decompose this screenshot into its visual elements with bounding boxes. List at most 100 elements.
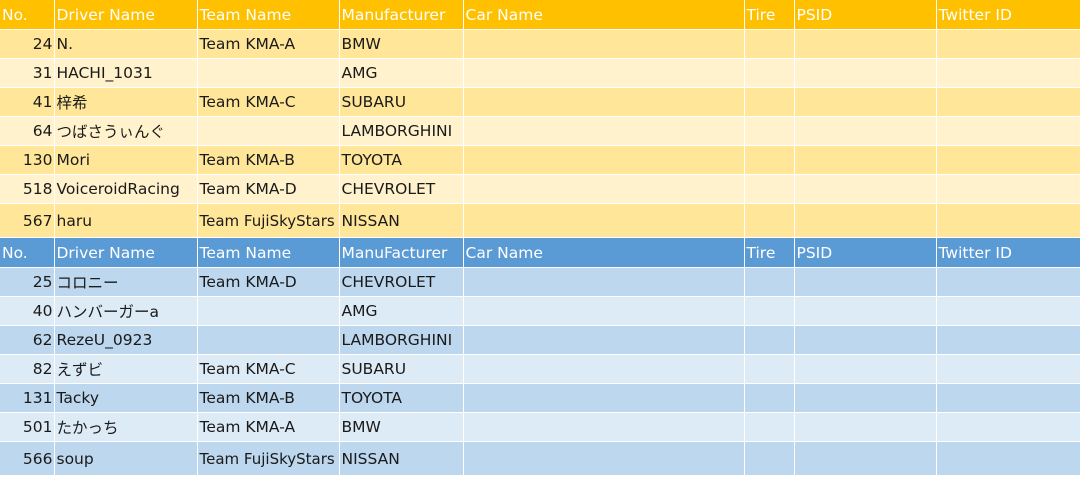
header-car-name[interactable]: Car Name: [463, 0, 745, 30]
driver-name-cell[interactable]: Mori: [54, 145, 198, 175]
team-name-cell[interactable]: Team KMA-D: [197, 267, 340, 297]
driver-name-cell[interactable]: えずビ: [54, 354, 198, 384]
team-name-cell[interactable]: Team KMA-B: [197, 383, 340, 413]
psid-cell[interactable]: [794, 296, 937, 326]
manufacturer-cell[interactable]: TOYOTA: [339, 383, 464, 413]
number-cell[interactable]: 64: [0, 116, 55, 146]
psid-cell[interactable]: [794, 87, 937, 117]
tire-cell[interactable]: [744, 29, 795, 59]
tire-cell[interactable]: [744, 267, 795, 297]
driver-name-cell[interactable]: つばさうぃんぐ: [54, 116, 198, 146]
car-name-cell[interactable]: [463, 58, 745, 88]
twitter-id-cell[interactable]: [936, 267, 1080, 297]
number-cell[interactable]: 25: [0, 267, 55, 297]
car-name-cell[interactable]: [463, 116, 745, 146]
manufacturer-cell[interactable]: BMW: [339, 29, 464, 59]
car-name-cell[interactable]: [463, 412, 745, 442]
driver-name-cell[interactable]: HACHI_1031: [54, 58, 198, 88]
manufacturer-cell[interactable]: TOYOTA: [339, 145, 464, 175]
psid-cell[interactable]: [794, 145, 937, 175]
team-name-cell[interactable]: Team FujiSkyStars: [197, 203, 340, 238]
team-name-cell[interactable]: Team KMA-B: [197, 145, 340, 175]
team-name-cell[interactable]: Team KMA-A: [197, 29, 340, 59]
psid-cell[interactable]: [794, 116, 937, 146]
driver-name-cell[interactable]: ハンバーガーa: [54, 296, 198, 326]
manufacturer-cell[interactable]: CHEVROLET: [339, 267, 464, 297]
twitter-id-cell[interactable]: [936, 145, 1080, 175]
car-name-cell[interactable]: [463, 174, 745, 204]
team-name-cell[interactable]: [197, 116, 340, 146]
psid-cell[interactable]: [794, 174, 937, 204]
car-name-cell[interactable]: [463, 383, 745, 413]
twitter-id-cell[interactable]: [936, 354, 1080, 384]
car-name-cell[interactable]: [463, 145, 745, 175]
twitter-id-cell[interactable]: [936, 441, 1080, 476]
number-cell[interactable]: 518: [0, 174, 55, 204]
tire-cell[interactable]: [744, 441, 795, 476]
psid-cell[interactable]: [794, 58, 937, 88]
psid-cell[interactable]: [794, 383, 937, 413]
twitter-id-cell[interactable]: [936, 58, 1080, 88]
header-car-name[interactable]: Car Name: [463, 237, 745, 268]
twitter-id-cell[interactable]: [936, 296, 1080, 326]
driver-name-cell[interactable]: RezeU_0923: [54, 325, 198, 355]
psid-cell[interactable]: [794, 441, 937, 476]
header-number[interactable]: No.: [0, 237, 55, 268]
driver-name-cell[interactable]: たかっち: [54, 412, 198, 442]
tire-cell[interactable]: [744, 87, 795, 117]
car-name-cell[interactable]: [463, 203, 745, 238]
twitter-id-cell[interactable]: [936, 174, 1080, 204]
driver-name-cell[interactable]: 梓希: [54, 87, 198, 117]
tire-cell[interactable]: [744, 296, 795, 326]
number-cell[interactable]: 501: [0, 412, 55, 442]
driver-name-cell[interactable]: soup: [54, 441, 198, 476]
number-cell[interactable]: 40: [0, 296, 55, 326]
number-cell[interactable]: 567: [0, 203, 55, 238]
header-tire[interactable]: Tire: [744, 237, 795, 268]
manufacturer-cell[interactable]: NISSAN: [339, 441, 464, 476]
manufacturer-cell[interactable]: SUBARU: [339, 87, 464, 117]
car-name-cell[interactable]: [463, 29, 745, 59]
header-twitter-id[interactable]: Twitter ID: [936, 0, 1080, 30]
tire-cell[interactable]: [744, 145, 795, 175]
manufacturer-cell[interactable]: BMW: [339, 412, 464, 442]
team-name-cell[interactable]: [197, 296, 340, 326]
driver-name-cell[interactable]: N.: [54, 29, 198, 59]
header-tire[interactable]: Tire: [744, 0, 795, 30]
manufacturer-cell[interactable]: LAMBORGHINI: [339, 116, 464, 146]
twitter-id-cell[interactable]: [936, 383, 1080, 413]
team-name-cell[interactable]: Team KMA-D: [197, 174, 340, 204]
twitter-id-cell[interactable]: [936, 203, 1080, 238]
manufacturer-cell[interactable]: NISSAN: [339, 203, 464, 238]
header-driver-name[interactable]: Driver Name: [54, 0, 198, 30]
header-number[interactable]: No.: [0, 0, 55, 30]
psid-cell[interactable]: [794, 267, 937, 297]
number-cell[interactable]: 131: [0, 383, 55, 413]
car-name-cell[interactable]: [463, 325, 745, 355]
tire-cell[interactable]: [744, 174, 795, 204]
header-manufacturer[interactable]: Manufacturer: [339, 0, 464, 30]
psid-cell[interactable]: [794, 29, 937, 59]
driver-name-cell[interactable]: コロニー: [54, 267, 198, 297]
number-cell[interactable]: 130: [0, 145, 55, 175]
driver-name-cell[interactable]: VoiceroidRacing: [54, 174, 198, 204]
car-name-cell[interactable]: [463, 354, 745, 384]
number-cell[interactable]: 566: [0, 441, 55, 476]
number-cell[interactable]: 41: [0, 87, 55, 117]
manufacturer-cell[interactable]: CHEVROLET: [339, 174, 464, 204]
twitter-id-cell[interactable]: [936, 325, 1080, 355]
header-manufacturer[interactable]: ManuFacturer: [339, 237, 464, 268]
number-cell[interactable]: 31: [0, 58, 55, 88]
car-name-cell[interactable]: [463, 296, 745, 326]
header-team-name[interactable]: Team Name: [197, 0, 340, 30]
manufacturer-cell[interactable]: AMG: [339, 296, 464, 326]
tire-cell[interactable]: [744, 412, 795, 442]
team-name-cell[interactable]: Team KMA-A: [197, 412, 340, 442]
tire-cell[interactable]: [744, 354, 795, 384]
team-name-cell[interactable]: [197, 325, 340, 355]
psid-cell[interactable]: [794, 203, 937, 238]
header-twitter-id[interactable]: Twitter ID: [936, 237, 1080, 268]
tire-cell[interactable]: [744, 116, 795, 146]
team-name-cell[interactable]: Team FujiSkyStars: [197, 441, 340, 476]
manufacturer-cell[interactable]: LAMBORGHINI: [339, 325, 464, 355]
